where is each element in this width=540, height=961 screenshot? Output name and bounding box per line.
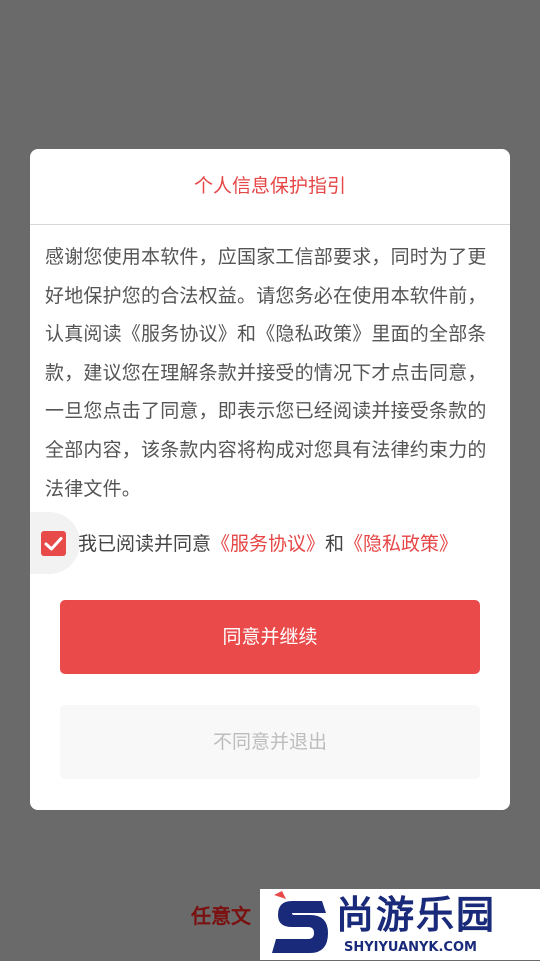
agree-continue-button[interactable]: 同意并继续 xyxy=(60,600,480,674)
privacy-guide-dialog: 个人信息保护指引 感谢您使用本软件，应国家工信部要求，同时为了更好地保护您的合法… xyxy=(30,149,510,810)
consent-row: 我已阅读并同意《服务协议》和《隐私政策》 xyxy=(78,527,458,561)
watermark-url: SHYIYUANYK.COM xyxy=(344,940,477,955)
privacy-policy-link[interactable]: 《隐私政策》 xyxy=(344,533,458,555)
consent-conjunction: 和 xyxy=(325,533,345,555)
title-divider xyxy=(30,224,510,225)
watermark-title: 尚游乐园 xyxy=(336,893,497,937)
site-watermark: 尚游乐园 SHYIYUANYK.COM xyxy=(260,889,540,960)
consent-checkbox[interactable] xyxy=(41,531,66,556)
dialog-title: 个人信息保护指引 xyxy=(193,175,346,197)
service-agreement-link[interactable]: 《服务协议》 xyxy=(211,533,325,555)
s-logo-icon xyxy=(268,891,332,957)
background-partial-text: 任意文 xyxy=(191,904,251,928)
consent-prefix: 我已阅读并同意 xyxy=(78,533,212,555)
decline-exit-button[interactable]: 不同意并退出 xyxy=(60,705,480,779)
dialog-body-text: 感谢您使用本软件，应国家工信部要求，同时为了更好地保护您的合法权益。请您务必在使… xyxy=(45,246,487,500)
checkmark-icon xyxy=(44,537,63,551)
